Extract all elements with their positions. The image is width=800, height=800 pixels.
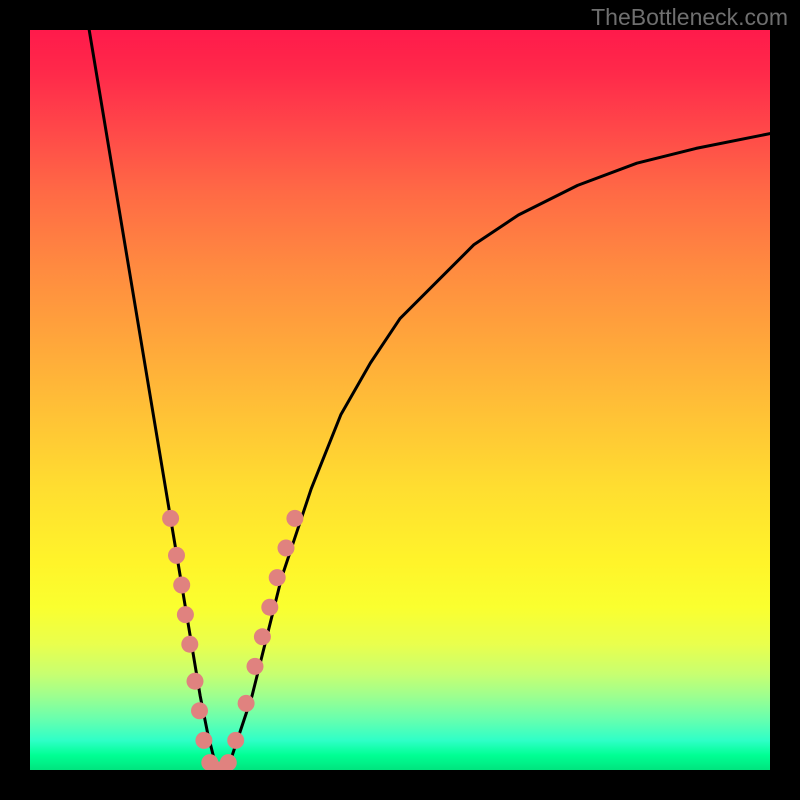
highlight-dot bbox=[210, 762, 227, 771]
highlight-dot bbox=[247, 658, 264, 675]
plot-area bbox=[30, 30, 770, 770]
bottleneck-curve bbox=[89, 30, 770, 770]
curve-layer bbox=[30, 30, 770, 770]
highlight-dot bbox=[238, 695, 255, 712]
highlight-dot bbox=[261, 599, 278, 616]
highlight-dot bbox=[220, 754, 237, 770]
highlight-dot bbox=[181, 636, 198, 653]
highlight-dot bbox=[254, 628, 271, 645]
highlight-dot bbox=[227, 732, 244, 749]
highlight-dot bbox=[278, 540, 295, 557]
highlight-dot bbox=[173, 577, 190, 594]
chart-frame: TheBottleneck.com bbox=[0, 0, 800, 800]
highlight-dot bbox=[201, 754, 218, 770]
highlight-dot bbox=[195, 732, 212, 749]
highlight-dot bbox=[162, 510, 179, 527]
highlight-dot bbox=[269, 569, 286, 586]
highlight-dot bbox=[187, 673, 204, 690]
highlight-dot bbox=[191, 702, 208, 719]
watermark-text: TheBottleneck.com bbox=[591, 4, 788, 31]
highlight-dot bbox=[168, 547, 185, 564]
highlight-dot bbox=[286, 510, 303, 527]
highlight-dot bbox=[177, 606, 194, 623]
